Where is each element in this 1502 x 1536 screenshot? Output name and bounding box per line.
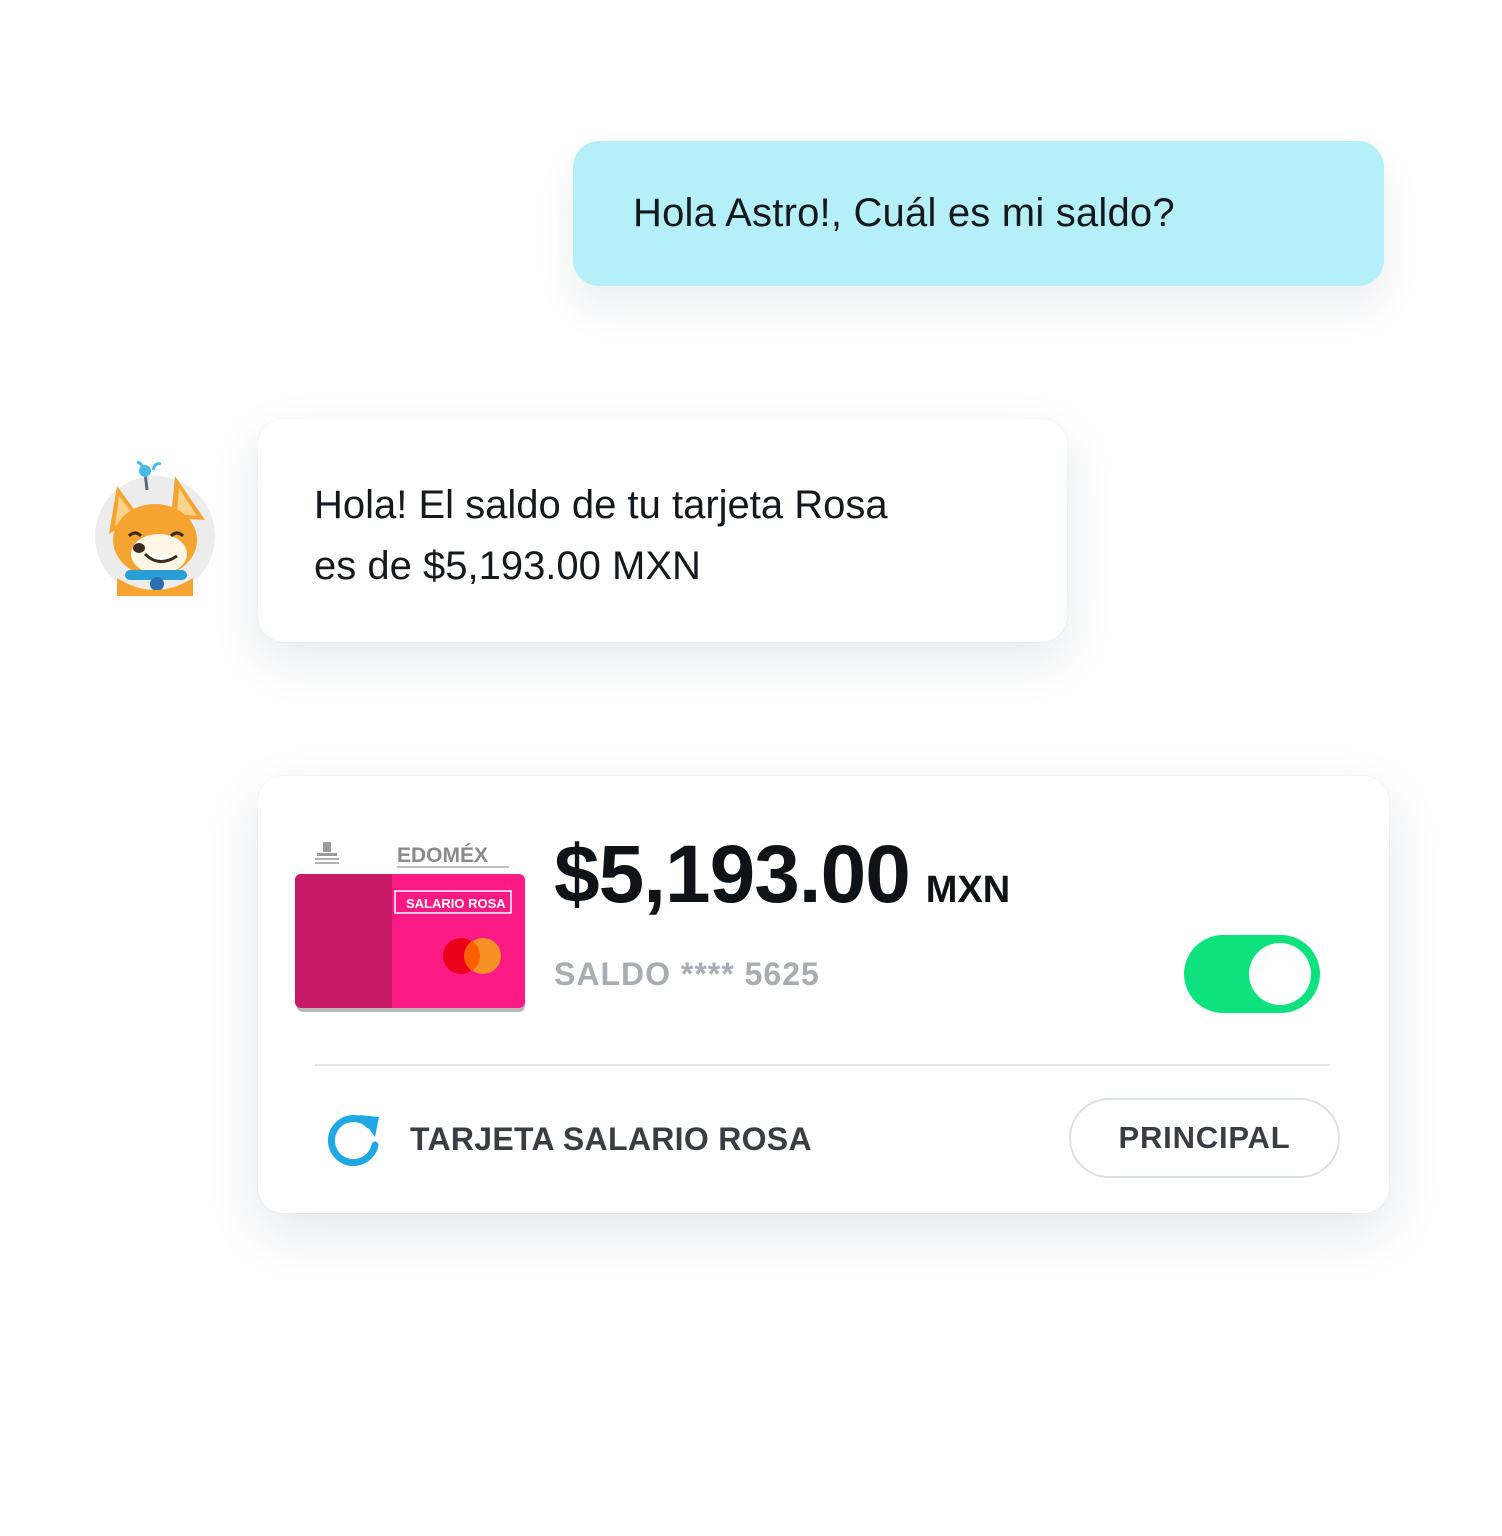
refresh-icon[interactable]: [325, 1109, 385, 1169]
mastercard-icon: [443, 938, 501, 974]
card-label-text: SALARIO ROSA: [406, 896, 506, 911]
corgi-assistant-icon: [95, 460, 215, 596]
toggle-knob: [1249, 943, 1311, 1005]
divider: [315, 1064, 1330, 1066]
card-active-toggle[interactable]: [1184, 935, 1320, 1013]
bot-message-line-2: es de $5,193.00 MXN: [314, 544, 701, 588]
balance-card: EDOMÉX SALARIO ROSA $5,193.00 MXN SALDO …: [258, 776, 1389, 1213]
card-name: TARJETA SALARIO ROSA: [410, 1121, 812, 1157]
edomex-logo-text: EDOMÉX: [397, 844, 488, 867]
bot-message-line-1: Hola! El saldo de tu tarjeta Rosa: [314, 483, 888, 527]
bot-message-bubble: Hola! El saldo de tu tarjeta Rosa es de …: [258, 419, 1067, 642]
principal-button[interactable]: PRINCIPAL: [1069, 1098, 1340, 1178]
user-message-text: Hola Astro!, Cuál es mi saldo?: [633, 191, 1175, 235]
saldo-label: SALDO **** 5625: [554, 956, 820, 992]
balance-currency: MXN: [925, 869, 1011, 911]
salario-rosa-card-image: EDOMÉX SALARIO ROSA: [295, 842, 525, 1012]
user-message-bubble: Hola Astro!, Cuál es mi saldo?: [573, 141, 1384, 286]
balance-amount: $5,193.00: [554, 829, 911, 920]
balance-amount-row: $5,193.00 MXN: [554, 828, 1010, 922]
